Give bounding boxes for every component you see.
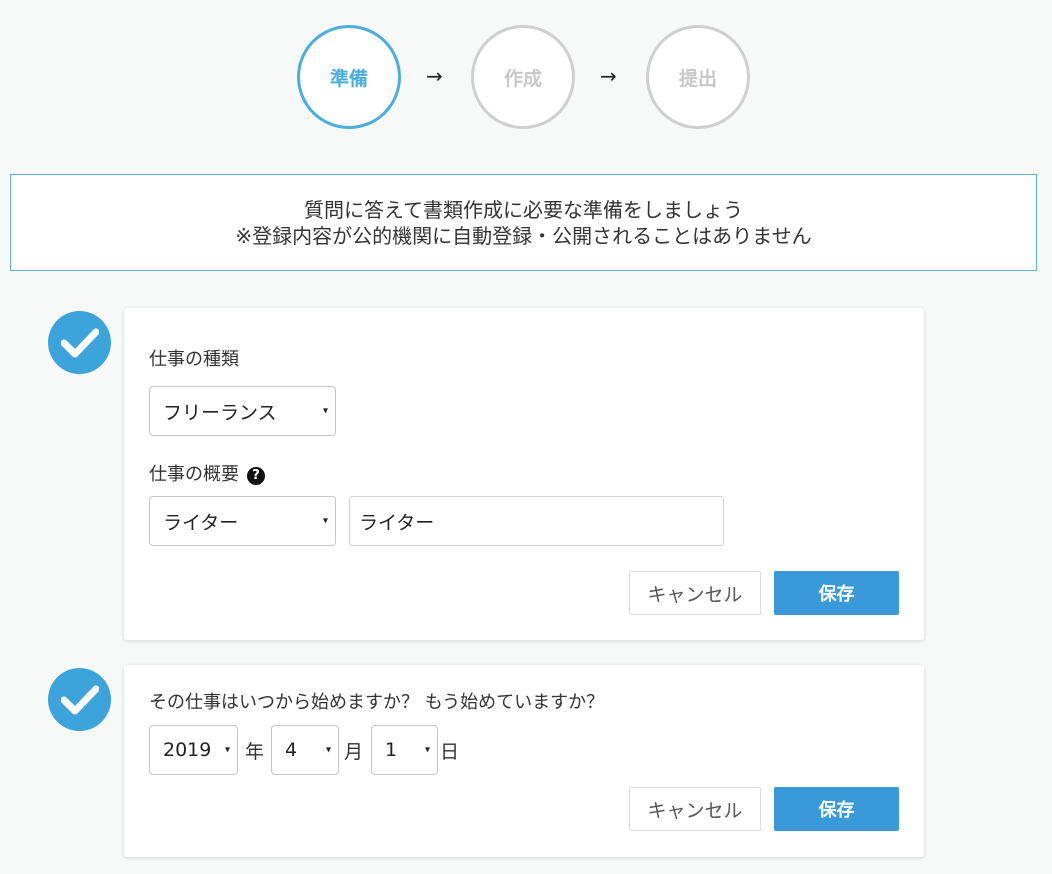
job-summary-input[interactable]: ライター <box>349 496 724 546</box>
day-unit: 日 <box>440 741 460 763</box>
step-indicator: 準備 → 作成 → 提出 <box>0 0 1052 150</box>
year-select[interactable]: 2019 ▾ <box>149 725 238 775</box>
step-label: 提出 <box>678 67 717 90</box>
start-date-card: その仕事はいつから始めますか？ もう始めていますか？ 2019 ▾ 年 4 ▾ … <box>124 665 924 857</box>
year-unit: 年 <box>245 741 265 763</box>
caret-down-icon: ▾ <box>424 744 430 756</box>
cancel-button[interactable]: キャンセル <box>629 571 761 615</box>
notice-box: 質問に答えて書類作成に必要な準備をしましょう ※登録内容が公的機関に自動登録・公… <box>10 174 1037 271</box>
save-button[interactable]: 保存 <box>774 787 899 831</box>
start-date-question: その仕事はいつから始めますか？ もう始めていますか？ <box>149 692 605 713</box>
cancel-button[interactable]: キャンセル <box>629 787 761 831</box>
job-summary-label: 仕事の概要? <box>149 460 265 486</box>
day-value: 1 <box>385 739 398 761</box>
job-type-select[interactable]: フリーランス ▾ <box>149 386 336 436</box>
step-submit: 提出 <box>646 25 750 129</box>
help-icon[interactable]: ? <box>247 466 265 485</box>
job-summary-select[interactable]: ライター ▾ <box>149 496 336 546</box>
caret-down-icon: ▾ <box>322 405 328 417</box>
job-summary-select-value: ライター <box>163 511 239 534</box>
month-select[interactable]: 4 ▾ <box>271 725 339 775</box>
step-label: 準備 <box>329 67 368 90</box>
caret-down-icon: ▾ <box>325 744 331 756</box>
month-value: 4 <box>285 739 298 761</box>
job-summary-input-value: ライター <box>359 511 435 534</box>
step-label: 作成 <box>503 67 542 90</box>
notice-line: 質問に答えて書類作成に必要な準備をしましょう <box>304 197 743 222</box>
job-summary-label-text: 仕事の概要 <box>149 464 239 485</box>
job-type-value: フリーランス <box>163 401 277 424</box>
step-prepare: 準備 <box>297 25 401 129</box>
day-select[interactable]: 1 ▾ <box>371 725 438 775</box>
month-unit: 月 <box>344 741 364 763</box>
job-type-label: 仕事の種類 <box>149 349 239 370</box>
arrow-right-icon: → <box>600 64 617 88</box>
checkmark-icon <box>48 311 111 374</box>
year-value: 2019 <box>163 739 212 761</box>
caret-down-icon: ▾ <box>224 744 230 756</box>
step-create: 作成 <box>471 25 575 129</box>
job-info-card: 仕事の種類 フリーランス ▾ 仕事の概要? ライター ▾ ライター キャンセル … <box>124 308 924 640</box>
notice-line: ※登録内容が公的機関に自動登録・公開されることはありません <box>235 223 812 248</box>
arrow-right-icon: → <box>426 64 443 88</box>
save-button[interactable]: 保存 <box>774 571 899 615</box>
caret-down-icon: ▾ <box>322 515 328 527</box>
checkmark-icon <box>48 668 111 731</box>
